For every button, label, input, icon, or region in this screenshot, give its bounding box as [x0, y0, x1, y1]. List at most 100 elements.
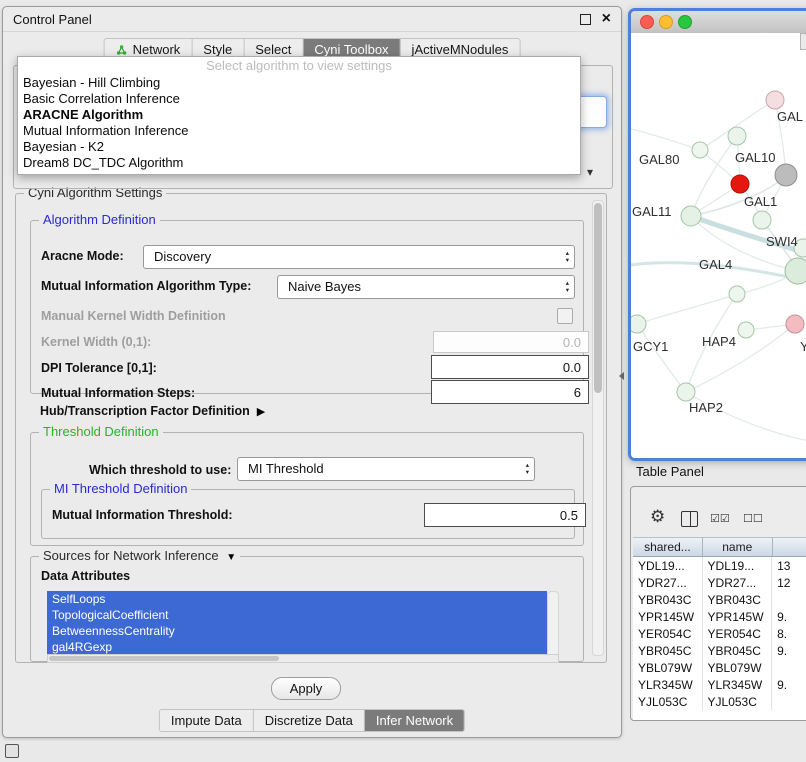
- data-attribute-item[interactable]: BetweennessCentrality: [47, 623, 547, 639]
- checked-boxes-icon[interactable]: ☑☑: [710, 512, 730, 525]
- table-row[interactable]: YPR145WYPR145W9.: [633, 608, 806, 625]
- sources-expanded-icon: ▼: [226, 552, 236, 563]
- network-node[interactable]: [738, 322, 754, 338]
- zoom-traffic-light-icon[interactable]: [678, 15, 692, 29]
- table-cell: [772, 693, 806, 710]
- algorithm-select-popup: Select algorithm to view settings Bayesi…: [17, 56, 581, 175]
- network-graph[interactable]: GALGAL80GAL10GAL11GAL1SWI4GAL4GCY1HAP4HA…: [631, 33, 806, 458]
- columns-icon[interactable]: [681, 511, 698, 527]
- hub-definition-label: Hub/Transcription Factor Definition: [40, 404, 250, 418]
- manual-kernel-label: Manual Kernel Width Definition: [41, 305, 226, 327]
- splitter-collapse-arrow[interactable]: [619, 372, 624, 380]
- table-row[interactable]: YBR045CYBR045C9.: [633, 642, 806, 659]
- table-row[interactable]: YER054CYER054C8.: [633, 625, 806, 642]
- close-traffic-light-icon[interactable]: [640, 15, 654, 29]
- attributes-vscrollbar[interactable]: [547, 591, 559, 657]
- combo-down-icon: ▾: [566, 257, 569, 264]
- sources-title[interactable]: Sources for Network Inference ▼: [39, 548, 240, 563]
- network-scrollbar-nub[interactable]: [800, 33, 806, 50]
- network-node[interactable]: [677, 383, 695, 401]
- network-node[interactable]: [766, 91, 784, 109]
- algorithm-option[interactable]: Basic Correlation Inference: [18, 91, 580, 107]
- combo-down-icon: ▾: [526, 469, 529, 476]
- network-node[interactable]: [731, 175, 749, 193]
- table-cell: 8.: [772, 625, 806, 642]
- algorithm-option[interactable]: Bayesian - Hill Climbing: [18, 75, 580, 91]
- network-node[interactable]: [729, 286, 745, 302]
- tab-impute-data[interactable]: Impute Data: [160, 710, 254, 731]
- network-edge[interactable]: [637, 324, 686, 392]
- table-row[interactable]: YDR27...YDR27...12: [633, 574, 806, 591]
- column-header[interactable]: [773, 537, 806, 557]
- restore-panel-icon[interactable]: [5, 744, 19, 758]
- network-canvas[interactable]: GALGAL80GAL10GAL11GAL1SWI4GAL4GCY1HAP4HA…: [631, 33, 806, 458]
- tab-label: Network: [133, 42, 181, 57]
- control-panel-window: Control Panel × NetworkStyleSelectCyni T…: [2, 6, 622, 738]
- manual-kernel-checkbox[interactable]: [557, 308, 573, 324]
- hub-definition-toggle[interactable]: Hub/Transcription Factor Definition ▶: [40, 404, 265, 418]
- network-node[interactable]: [786, 315, 804, 333]
- column-header[interactable]: shared...: [633, 537, 703, 557]
- gear-icon[interactable]: ⚙: [650, 507, 665, 527]
- algorithm-option-list: Bayesian - Hill ClimbingBasic Correlatio…: [18, 75, 580, 171]
- data-attribute-item[interactable]: TopologicalCoefficient: [47, 607, 547, 623]
- which-threshold-combo[interactable]: MI Threshold ▴ ▾: [237, 457, 535, 481]
- attributes-hscrollbar[interactable]: [47, 654, 559, 663]
- network-edge[interactable]: [631, 129, 700, 150]
- node-table: shared...name YDL19...YDL19...13YDR27...…: [633, 537, 806, 720]
- mi-steps-field[interactable]: 6: [431, 380, 589, 404]
- settings-scrollbar[interactable]: [592, 200, 604, 656]
- kernel-width-field[interactable]: 0.0: [433, 331, 589, 353]
- data-attribute-item[interactable]: gal4RGexp: [47, 639, 547, 655]
- algorithm-option[interactable]: Dream8 DC_TDC Algorithm: [18, 155, 580, 171]
- table-cell: 12: [772, 574, 806, 591]
- minimize-traffic-light-icon[interactable]: [659, 15, 673, 29]
- table-cell: YBL079W: [633, 659, 703, 676]
- attributes-hscrollbar-thumb[interactable]: [49, 656, 279, 661]
- apply-button[interactable]: Apply: [271, 677, 341, 700]
- network-edge[interactable]: [637, 294, 737, 324]
- mi-threshold-field[interactable]: 0.5: [424, 503, 586, 527]
- tab-label: jActiveMNodules: [412, 42, 509, 57]
- table-row[interactable]: YDL19...YDL19...13: [633, 557, 806, 574]
- algorithm-option[interactable]: ARACNE Algorithm: [18, 107, 580, 123]
- table-cell: 9.: [772, 608, 806, 625]
- network-node[interactable]: [681, 206, 701, 226]
- network-node[interactable]: [631, 315, 646, 333]
- data-attribute-item[interactable]: SelfLoops: [47, 591, 547, 607]
- mi-threshold-label: Mutual Information Threshold:: [52, 504, 233, 526]
- tab-infer-network[interactable]: Infer Network: [365, 710, 464, 731]
- aracne-mode-combo[interactable]: Discovery ▴ ▾: [143, 245, 575, 269]
- table-row[interactable]: YBR043CYBR043C: [633, 591, 806, 608]
- dpi-tolerance-field[interactable]: 0.0: [431, 355, 589, 379]
- data-attributes-list[interactable]: SelfLoopsTopologicalCoefficientBetweenne…: [47, 591, 547, 655]
- network-node[interactable]: [775, 164, 797, 186]
- table-row[interactable]: YBL079WYBL079W: [633, 659, 806, 676]
- algorithm-option[interactable]: Bayesian - K2: [18, 139, 580, 155]
- unchecked-boxes-icon[interactable]: ☐☐: [743, 512, 763, 525]
- control-panel-titlebar[interactable]: Control Panel ×: [3, 7, 621, 32]
- table-cell: YBR045C: [703, 642, 773, 659]
- table-cell: 13: [772, 557, 806, 574]
- network-node[interactable]: [728, 127, 746, 145]
- network-node[interactable]: [785, 258, 806, 284]
- table-row[interactable]: YLR345WYLR345W9.: [633, 676, 806, 693]
- network-node[interactable]: [692, 142, 708, 158]
- table-cell: YLR345W: [633, 676, 703, 693]
- column-header[interactable]: name: [703, 537, 773, 557]
- settings-scrollbar-thumb[interactable]: [594, 203, 602, 393]
- float-window-icon[interactable]: [580, 14, 591, 25]
- algorithm-option[interactable]: Mutual Information Inference: [18, 123, 580, 139]
- network-window-titlebar[interactable]: [631, 11, 806, 34]
- close-window-icon[interactable]: ×: [602, 11, 611, 27]
- node-label: GAL1: [744, 194, 777, 209]
- tab-discretize-data[interactable]: Discretize Data: [254, 710, 365, 731]
- network-node[interactable]: [753, 211, 771, 229]
- node-label: GAL4: [699, 257, 732, 272]
- sources-group: Sources for Network Inference ▼ Data Att…: [30, 556, 584, 662]
- table-row[interactable]: YJL053CYJL053C: [633, 693, 806, 710]
- mi-type-combo[interactable]: Naive Bayes ▴ ▾: [277, 275, 575, 299]
- network-view-window: GALGAL80GAL10GAL11GAL1SWI4GAL4GCY1HAP4HA…: [628, 8, 806, 461]
- obscured-combo-arrow-icon[interactable]: ▾: [587, 165, 593, 179]
- node-label: Y: [800, 339, 806, 354]
